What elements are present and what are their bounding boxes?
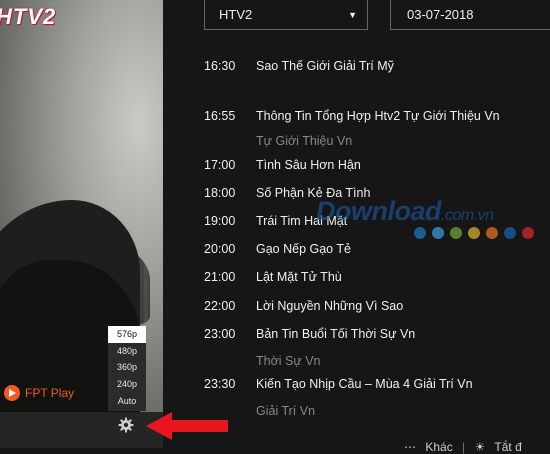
watermark-domain: .com.vn (441, 207, 494, 224)
program-time: 22:00 (204, 299, 236, 313)
program-category: Tự Giới Thiệu Vn (256, 134, 353, 148)
more-label[interactable]: Khác (425, 440, 452, 454)
watermark: Download.com.vn (316, 196, 494, 227)
quality-option[interactable]: 576p (108, 326, 146, 343)
brand-label: FPT Play (25, 386, 75, 400)
bottom-actions: ⋯ Khác | ☀ Tắt đ (404, 440, 528, 454)
date-picker[interactable]: 03-07-2018 (390, 0, 550, 30)
program-time: 23:30 (204, 377, 236, 391)
video-control-bar (0, 412, 163, 448)
watermark-dot (522, 227, 534, 239)
date-value: 03-07-2018 (407, 7, 474, 22)
program-time: 18:00 (204, 186, 236, 200)
quality-option[interactable]: 360p (108, 359, 146, 376)
program-time: 21:00 (204, 270, 236, 284)
quality-option[interactable]: 240p (108, 376, 146, 393)
program-time: 20:00 (204, 242, 236, 256)
watermark-dot (432, 227, 444, 239)
program-title: Thông Tin Tổng Hợp Htv2 Tự Giới Thiệu Vn (256, 109, 500, 123)
program-title: Gạo Nếp Gạo Tẻ (256, 242, 351, 256)
program-time: 17:00 (204, 158, 236, 172)
program-category: Giải Trí Vn (256, 404, 316, 418)
light-icon[interactable]: ☀ (475, 440, 486, 454)
program-title: Tình Sâu Hơn Hận (256, 158, 361, 172)
watermark-dot (414, 227, 426, 239)
channel-select[interactable]: HTV2 ▼ (204, 0, 368, 30)
watermark-dot (468, 227, 480, 239)
channel-select-value: HTV2 (219, 7, 253, 22)
program-title: Bản Tin Buổi Tối Thời Sự Vn (256, 327, 416, 341)
watermark-dots (414, 227, 534, 239)
lights-off-label[interactable]: Tắt đ (494, 440, 521, 454)
program-title: Lật Mặt Tử Thù (256, 270, 342, 284)
more-icon[interactable]: ⋯ (404, 440, 416, 454)
watermark-dot (486, 227, 498, 239)
quality-option[interactable]: Auto (108, 392, 146, 409)
watermark-dot (450, 227, 462, 239)
play-logo-icon (4, 385, 20, 401)
program-time: 16:55 (204, 109, 236, 123)
program-title: Kiến Tạo Nhịp Cầu – Mùa 4 Giải Trí Vn (256, 377, 473, 391)
watermark-text: Download (316, 196, 442, 226)
settings-gear-icon[interactable] (118, 417, 134, 433)
brand-logo: FPT Play (4, 385, 74, 401)
channel-logo: HTV2 (0, 4, 57, 29)
watermark-dot (504, 227, 516, 239)
chevron-down-icon: ▼ (348, 9, 357, 20)
pointer-arrow-icon (146, 412, 228, 440)
divider: | (462, 440, 466, 454)
program-time: 16:30 (204, 59, 236, 73)
program-time: 19:00 (204, 214, 236, 228)
program-title: Lời Nguyền Những Vì Sao (256, 299, 404, 313)
program-category: Thời Sự Vn (256, 354, 321, 368)
quality-menu: 576p 480p 360p 240p Auto (108, 326, 146, 411)
quality-option[interactable]: 480p (108, 343, 146, 360)
program-time: 23:00 (204, 327, 236, 341)
program-title: Sao Thế Giới Giải Trí Mỹ (256, 59, 394, 73)
